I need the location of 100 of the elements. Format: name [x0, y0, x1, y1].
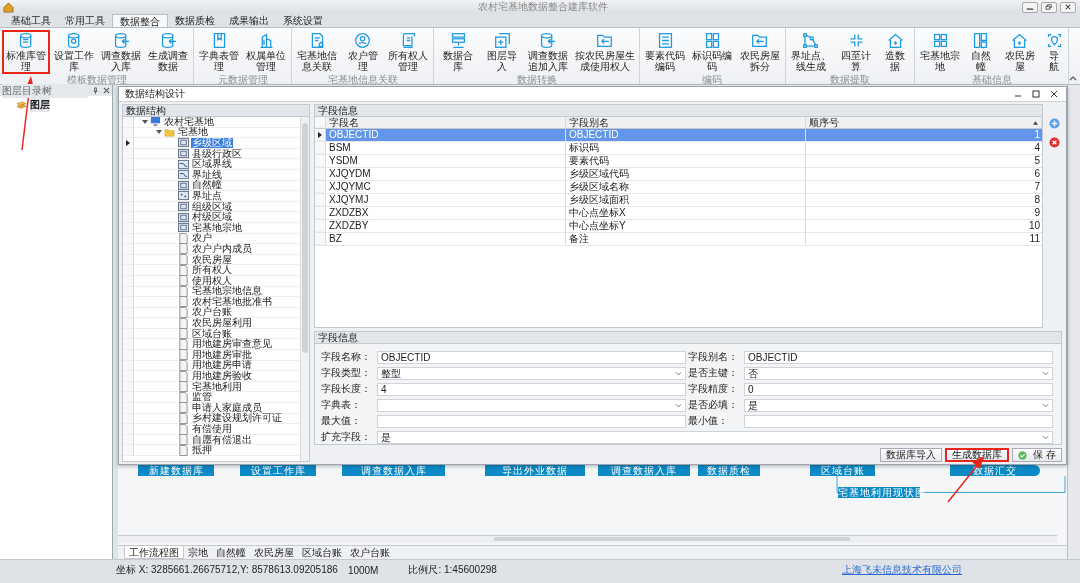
tree-item[interactable]: 用地建房审批 [191, 349, 253, 360]
input-field[interactable]: OBJECTID [377, 350, 686, 364]
tree-item[interactable]: 农村宅基地 [163, 117, 215, 127]
dropdown-field[interactable] [377, 398, 686, 412]
workflow-step[interactable]: 新建数据库 [138, 465, 214, 476]
delete-icon[interactable] [1048, 137, 1060, 148]
ribbon-button[interactable]: 自然幢 [964, 30, 998, 74]
ribbon-button[interactable]: 界址点、线生成 [787, 30, 834, 74]
menu-tab[interactable]: 基础工具 [4, 14, 58, 27]
tree-item[interactable]: 用地建房验收 [191, 371, 253, 382]
workflow-step[interactable]: 数据质检 [698, 465, 760, 476]
company-link[interactable]: 上海飞未信息技术有限公司 [842, 563, 962, 577]
tree-item[interactable]: 宅基地利用 [191, 381, 243, 392]
menu-tab[interactable]: 常用工具 [58, 14, 112, 27]
tree-item[interactable]: 监管 [191, 392, 213, 403]
table-row[interactable]: BSM 标识码 4 [315, 142, 1042, 155]
ribbon-button[interactable]: 生成调查数据 [145, 30, 192, 74]
menu-tab[interactable]: 数据质检 [168, 14, 222, 27]
document-tab[interactable]: 自然幢 [212, 546, 250, 559]
ribbon-button[interactable]: 权属单位管理 [243, 30, 290, 74]
add-icon[interactable] [1048, 118, 1060, 129]
ribbon-button[interactable]: 调查数据入库 [98, 30, 145, 74]
tree-item[interactable]: 抵押 [191, 445, 213, 456]
tree-item[interactable]: 村级区域 [191, 212, 233, 223]
ribbon-button[interactable]: 农民房屋拆分 [736, 30, 783, 74]
document-tab[interactable]: 宗地 [184, 546, 212, 559]
ribbon-button[interactable]: 字典表管理 [196, 30, 243, 74]
expand-caret-icon[interactable] [142, 118, 148, 125]
tree-item[interactable]: 区域界线 [191, 159, 233, 170]
tree-item[interactable]: 农户户内成员 [191, 243, 253, 254]
ribbon-button[interactable]: 农民房屋 [998, 30, 1042, 74]
tree-item[interactable]: 农村宅基地批准书 [191, 296, 273, 307]
table-row[interactable]: XJQYDM 乡级区域代码 6 [315, 168, 1042, 181]
menu-tab[interactable]: 系统设置 [276, 14, 330, 27]
tree-item[interactable]: 用地建房申请 [191, 360, 253, 371]
ribbon-button[interactable]: 宅基地信息关联 [294, 30, 341, 74]
pin-icon[interactable] [92, 87, 99, 94]
workflow-step[interactable]: 调查数据入库 [342, 465, 445, 476]
close-button[interactable] [1060, 1, 1076, 13]
ribbon-button[interactable]: 数据合库 [436, 30, 480, 74]
ribbon-button[interactable]: 农户管理 [341, 30, 385, 74]
tree-item[interactable]: 区域台账 [191, 328, 233, 339]
ribbon-button[interactable]: 标识码编码 [689, 30, 736, 74]
tree-item[interactable]: 使用权人 [191, 275, 233, 286]
vertical-scrollbar[interactable] [300, 117, 309, 461]
ribbon-button[interactable]: 宅基地宗地 [917, 30, 964, 74]
document-tab[interactable]: 农民房屋 [250, 546, 298, 559]
tree-item[interactable]: 组级区域 [191, 201, 233, 212]
row-header[interactable] [315, 129, 326, 141]
tree-item[interactable]: 乡村建设规划许可证 [191, 413, 283, 424]
ribbon-button[interactable]: 按农民房屋生成使用权人 [571, 30, 638, 74]
minimize-button[interactable] [1022, 1, 1038, 13]
document-tab[interactable]: 工作流程图 [124, 546, 184, 559]
ribbon-button[interactable]: 导航 [1042, 30, 1066, 74]
ribbon-button[interactable]: 要素代码编码 [642, 30, 689, 74]
column-header[interactable]: 字段名 [326, 117, 566, 128]
dropdown-field[interactable]: 否 [744, 366, 1053, 380]
dropdown-field[interactable]: 是 [744, 398, 1053, 412]
tree-item[interactable]: 申请人家庭成员 [191, 402, 263, 413]
workflow-step[interactable]: 导出外业数据 [485, 465, 585, 476]
tree-item[interactable]: 图层 [30, 98, 50, 112]
tree-item[interactable]: 自愿有偿退出 [191, 434, 253, 445]
ribbon-button[interactable]: 四至计算 [834, 30, 878, 74]
tree-item[interactable]: 所有权人 [191, 265, 233, 276]
ribbon-button[interactable]: 所有权人管理 [385, 30, 432, 74]
ribbon-button[interactable]: 调查数据追加入库 [524, 30, 571, 74]
close-icon[interactable] [103, 87, 110, 94]
ribbon-button[interactable]: 图层导入 [480, 30, 524, 74]
sort-icon[interactable] [1033, 121, 1038, 125]
tree-item[interactable]: 农民房屋 [191, 254, 233, 265]
dropdown-field[interactable]: 整型 [377, 366, 686, 380]
collapse-icon[interactable] [1069, 75, 1077, 81]
table-row[interactable]: BZ 备注 11 [315, 233, 1042, 246]
save-button[interactable]: 保 存 [1012, 448, 1062, 462]
dialog-button[interactable]: 生成数据库 [945, 448, 1010, 462]
table-row[interactable]: ZXDZBX 中心点坐标X 9 [315, 207, 1042, 220]
maximize-icon[interactable] [1032, 90, 1040, 98]
menu-tab[interactable]: 成果输出 [222, 14, 276, 27]
tree-item[interactable]: 界址点 [191, 190, 223, 201]
dialog-button[interactable]: 数据库导入 [880, 448, 943, 462]
tree-item[interactable]: 农户 [191, 233, 213, 244]
ribbon-button[interactable]: 设置工作库 [51, 30, 98, 74]
input-field[interactable] [377, 414, 686, 428]
ribbon-button[interactable]: 标准库管理 [2, 30, 51, 74]
table-row[interactable]: XJQYMC 乡级区域名称 7 [315, 181, 1042, 194]
input-field[interactable]: 0 [744, 382, 1053, 396]
input-field[interactable]: OBJECTID [744, 350, 1053, 364]
tree-item[interactable]: 农民房屋利用 [191, 318, 253, 329]
tree-item[interactable]: 宅基地宗地 [191, 222, 243, 233]
table-row[interactable]: ZXDZBY 中心点坐标Y 10 [315, 220, 1042, 233]
table-row[interactable]: YSDM 要素代码 5 [315, 155, 1042, 168]
workflow-step[interactable]: 数据汇交 [950, 465, 1040, 476]
menu-tab[interactable]: 数据整合 [112, 14, 168, 27]
input-field[interactable]: 4 [377, 382, 686, 396]
document-tab[interactable]: 农户台账 [346, 546, 394, 559]
horizontal-scrollbar[interactable] [118, 535, 1057, 543]
tree-item[interactable]: 宅基地宗地信息 [191, 286, 263, 297]
expand-caret-icon[interactable] [156, 129, 162, 136]
ribbon-button[interactable]: 造数据 [878, 30, 913, 74]
tree-item[interactable]: 乡级区域 [191, 138, 233, 148]
